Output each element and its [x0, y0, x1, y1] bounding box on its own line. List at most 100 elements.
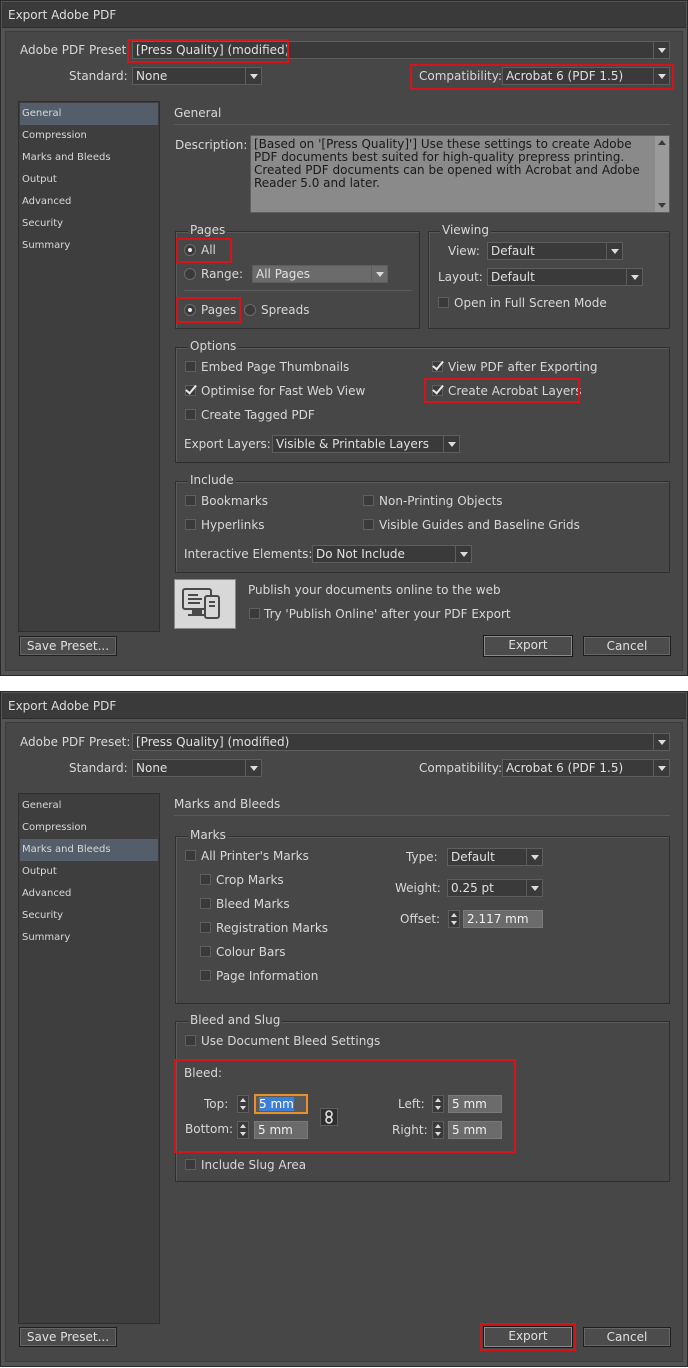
range-combo[interactable]: All Pages [252, 265, 388, 283]
highlight-preset [127, 39, 289, 63]
export-layers-dropdown[interactable]: Visible & Printable Layers [272, 435, 460, 453]
bookmarks-checkbox[interactable] [185, 495, 196, 506]
sidebar-item-summary[interactable]: Summary [20, 927, 158, 949]
include-slug-checkbox[interactable] [185, 1159, 196, 1170]
highlight-export [480, 1323, 576, 1351]
offset-input[interactable]: 2.117 mm [463, 910, 543, 928]
crop-marks-label: Crop Marks [216, 873, 284, 887]
registration-marks-label: Registration Marks [216, 921, 329, 935]
view-value: Default [491, 244, 535, 258]
guides-checkbox[interactable] [363, 519, 374, 530]
colour-bars-checkbox[interactable] [200, 946, 211, 957]
sidebar-item-summary[interactable]: Summary [20, 235, 158, 257]
panel-heading: General [174, 106, 222, 120]
standard-label: Standard: [69, 761, 128, 775]
type-value: Default [451, 850, 495, 864]
view-after-checkbox[interactable] [432, 361, 443, 372]
range-radio[interactable] [184, 268, 196, 280]
chevron-down-icon [245, 68, 261, 84]
sidebar-item-security[interactable]: Security [20, 905, 158, 927]
options-group-title: Options [188, 338, 239, 354]
divider [174, 815, 670, 816]
tagged-pdf-checkbox[interactable] [185, 409, 196, 420]
range-value: All Pages [256, 267, 310, 281]
all-printers-marks-label: All Printer's Marks [201, 849, 309, 863]
sidebar-item-security[interactable]: Security [20, 213, 158, 235]
compatibility-dropdown[interactable]: Acrobat 6 (PDF 1.5) [502, 759, 670, 777]
bookmarks-label: Bookmarks [201, 494, 269, 508]
all-printers-marks-checkbox[interactable] [185, 850, 196, 861]
sidebar-item-output[interactable]: Output [20, 861, 158, 883]
save-preset-button[interactable]: Save Preset... [19, 636, 117, 656]
layout-value: Default [491, 270, 535, 284]
publish-text: Publish your documents online to the web [248, 583, 501, 597]
weight-value: 0.25 pt [451, 881, 494, 895]
use-document-bleed-checkbox[interactable] [185, 1035, 196, 1046]
sidebar-item-advanced[interactable]: Advanced [20, 883, 158, 905]
save-preset-button[interactable]: Save Preset... [19, 1327, 117, 1347]
fullscreen-checkbox[interactable] [438, 297, 449, 308]
standard-dropdown[interactable]: None [132, 67, 262, 85]
optimise-checkbox[interactable] [185, 385, 196, 396]
preset-label: Adobe PDF Preset: [20, 43, 131, 57]
page-information-label: Page Information [216, 969, 319, 983]
divider [174, 124, 670, 125]
sidebar-item-advanced[interactable]: Advanced [20, 191, 158, 213]
crop-marks-checkbox[interactable] [200, 874, 211, 885]
chevron-down-icon [606, 243, 622, 259]
chevron-down-icon [526, 880, 542, 896]
bleed-slug-group-title: Bleed and Slug [188, 1012, 283, 1028]
chevron-down-icon [626, 269, 642, 285]
embed-thumbnails-checkbox[interactable] [185, 361, 196, 372]
weight-dropdown[interactable]: 0.25 pt [447, 879, 543, 897]
dialog-title: Export Adobe PDF [2, 2, 686, 28]
bleed-marks-checkbox[interactable] [200, 898, 211, 909]
chevron-down-icon [653, 42, 669, 58]
panel-heading: Marks and Bleeds [174, 797, 281, 811]
sidebar-item-compression[interactable]: Compression [20, 125, 158, 147]
sidebar-item-marks-and-bleeds[interactable]: Marks and Bleeds [20, 839, 158, 861]
export-pdf-dialog-general: Export Adobe PDF Adobe PDF Preset: [Pres… [0, 0, 688, 676]
sidebar-item-compression[interactable]: Compression [20, 817, 158, 839]
viewing-group-title: Viewing [440, 222, 492, 238]
preset-dropdown[interactable]: [Press Quality] (modified) [132, 733, 670, 751]
standard-dropdown[interactable]: None [132, 759, 262, 777]
export-button[interactable]: Export [483, 635, 573, 657]
use-document-bleed-label: Use Document Bleed Settings [201, 1034, 381, 1048]
range-label: Range: [201, 267, 244, 281]
preset-value: [Press Quality] (modified) [136, 735, 290, 749]
hyperlinks-checkbox[interactable] [185, 519, 196, 530]
sidebar-item-output[interactable]: Output [20, 169, 158, 191]
publish-online-checkbox[interactable] [249, 608, 260, 619]
interactive-dropdown[interactable]: Do Not Include [312, 545, 472, 563]
highlight-acrobat-layers [424, 378, 580, 403]
description-box: [Based on '[Press Quality]'] Use these s… [250, 135, 670, 213]
sidebar-item-marks-and-bleeds[interactable]: Marks and Bleeds [20, 147, 158, 169]
layout-dropdown[interactable]: Default [487, 268, 643, 286]
non-printing-checkbox[interactable] [363, 495, 374, 506]
view-dropdown[interactable]: Default [487, 242, 623, 260]
description-scrollbar[interactable] [655, 136, 669, 212]
spreads-radio[interactable] [244, 304, 256, 316]
compatibility-label: Compatibility: [419, 761, 503, 775]
non-printing-label: Non-Printing Objects [379, 494, 503, 508]
offset-stepper[interactable] [448, 910, 460, 928]
cancel-button[interactable]: Cancel [583, 1327, 671, 1347]
highlight-bleed [174, 1059, 516, 1153]
page-information-checkbox[interactable] [200, 970, 211, 981]
registration-marks-checkbox[interactable] [200, 922, 211, 933]
publish-online-icon [174, 579, 236, 629]
view-after-label: View PDF after Exporting [448, 360, 598, 374]
cancel-button[interactable]: Cancel [583, 636, 671, 656]
layout-label: Layout: [438, 270, 483, 284]
include-group-title: Include [188, 472, 236, 488]
weight-label: Weight: [395, 881, 441, 895]
sidebar-item-general[interactable]: General [20, 103, 158, 125]
dialog-body: Adobe PDF Preset: [Press Quality] (modif… [5, 31, 683, 671]
chevron-down-icon [653, 734, 669, 750]
type-dropdown[interactable]: Default [447, 848, 543, 866]
interactive-value: Do Not Include [316, 547, 405, 561]
highlight-compatibility [410, 64, 674, 90]
chevron-down-icon [443, 436, 459, 452]
sidebar-item-general[interactable]: General [20, 795, 158, 817]
